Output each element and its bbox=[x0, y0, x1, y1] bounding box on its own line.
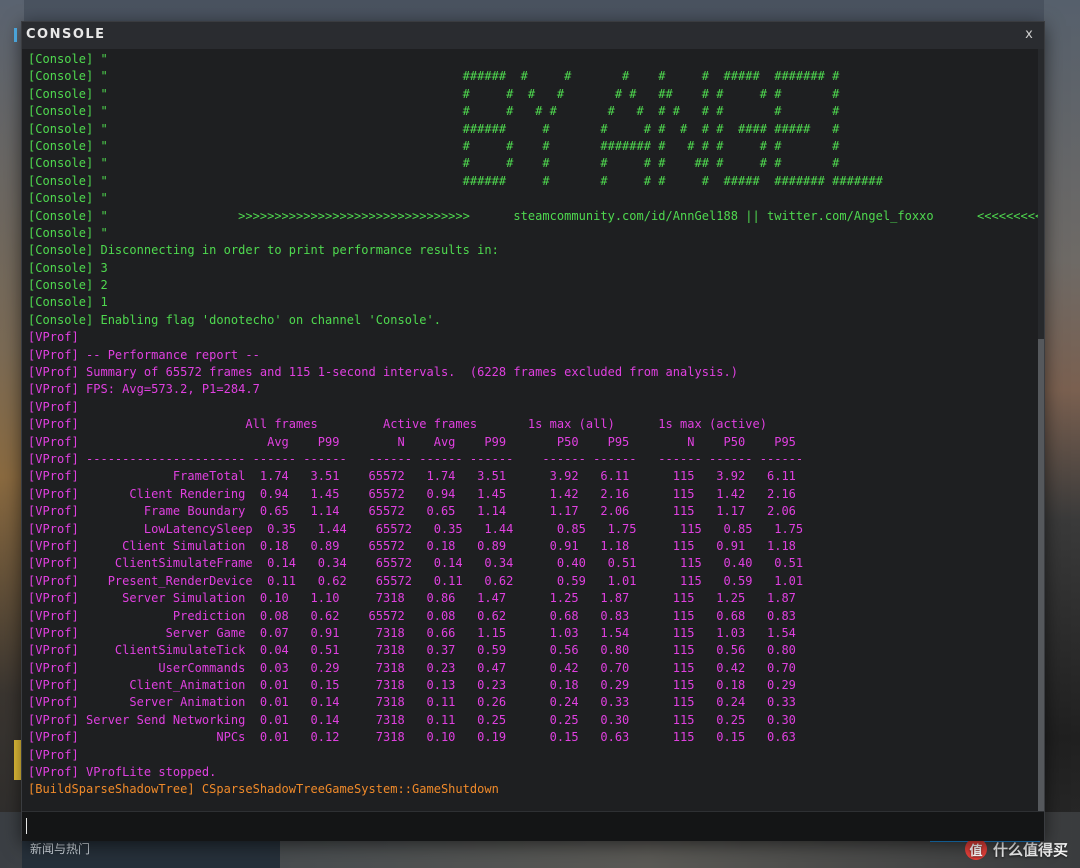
log-line: [VProf] Server Animation 0.01 0.14 7318 … bbox=[28, 695, 796, 710]
log-line: [Console] Disconnecting in order to prin… bbox=[28, 243, 499, 258]
log-line: [VProf] NPCs 0.01 0.12 7318 0.10 0.19 0.… bbox=[28, 730, 796, 745]
log-scrollbar-thumb[interactable] bbox=[1038, 339, 1044, 811]
log-line: [VProf] Present_RenderDevice 0.11 0.62 6… bbox=[28, 573, 804, 588]
log-line: [VProf] FPS: Avg=573.2, P1=284.7 bbox=[28, 382, 260, 397]
log-line: [BuildSparseShadowTree] CSparseShadowTre… bbox=[28, 782, 499, 797]
close-button[interactable]: x bbox=[1020, 26, 1038, 44]
background-yellow-marker bbox=[14, 740, 22, 780]
log-line: [Console] " ###### # # # # # ##### #####… bbox=[28, 69, 840, 84]
log-line: [Console] 2 bbox=[28, 278, 108, 293]
log-line: [Console] " # # # ####### # # # # # # # bbox=[28, 138, 840, 153]
log-line: [VProf] FrameTotal 1.74 3.51 65572 1.74 … bbox=[28, 469, 796, 484]
log-line: [Console] " bbox=[28, 52, 108, 66]
log-line: [Console] " ###### # # # # # # # #### ##… bbox=[28, 121, 840, 136]
watermark-badge-icon: 值 bbox=[964, 838, 987, 860]
log-line: [Console] Enabling flag 'donotecho' on c… bbox=[28, 312, 441, 327]
site-watermark: 值 什么值得买 bbox=[964, 838, 1068, 860]
log-line: [VProf] UserCommands 0.03 0.29 7318 0.23… bbox=[28, 660, 796, 675]
console-command-input[interactable] bbox=[26, 816, 1040, 837]
log-line: [VProf] LowLatencySleep 0.35 1.44 65572 … bbox=[28, 521, 804, 536]
background-left-edge bbox=[0, 0, 24, 868]
log-line: [VProf] bbox=[28, 399, 79, 414]
log-line: [Console] " # # # # # # ## # # # # # bbox=[28, 86, 840, 101]
log-line: [VProf] -- Performance report -- bbox=[28, 347, 260, 362]
console-window: CONSOLE x [Console] " [Console] " ###### … bbox=[14, 22, 1044, 841]
log-line: [VProf] Server Game 0.07 0.91 7318 0.66 … bbox=[28, 625, 796, 640]
log-line: [Console] " ###### # # # # # ##### #####… bbox=[28, 173, 883, 188]
log-line: [VProf] Client_Animation 0.01 0.15 7318 … bbox=[28, 678, 796, 693]
log-line: [VProf] ClientSimulateFrame 0.14 0.34 65… bbox=[28, 556, 804, 571]
log-line: [VProf] Prediction 0.08 0.62 65572 0.08 … bbox=[28, 608, 796, 623]
log-line: [Console] " # # # # # # # # # # # # bbox=[28, 104, 840, 119]
log-line: [VProf] ClientSimulateTick 0.04 0.51 731… bbox=[28, 643, 796, 658]
log-line: [Console] 3 bbox=[28, 260, 108, 275]
log-line: [VProf] bbox=[28, 330, 79, 345]
log-line: [VProf] bbox=[28, 747, 79, 762]
background-right-edge bbox=[1044, 0, 1080, 868]
console-title: CONSOLE bbox=[26, 27, 106, 42]
log-scrollbar[interactable] bbox=[1038, 49, 1044, 811]
log-line: [Console] " bbox=[28, 191, 108, 206]
log-line: [VProf] All frames Active frames 1s max … bbox=[28, 417, 767, 432]
log-line: [VProf] Server Simulation 0.10 1.10 7318… bbox=[28, 591, 796, 606]
title-accent-bar bbox=[14, 28, 17, 42]
log-line: [VProf] Server Send Networking 0.01 0.14… bbox=[28, 712, 796, 727]
log-line: [Console] 1 bbox=[28, 295, 108, 310]
log-line: [Console] " # # # # # # ## # # # # bbox=[28, 156, 840, 171]
console-log-lines: [Console] " [Console] " ###### # # # # # … bbox=[28, 51, 1038, 799]
log-line: [VProf] Client Rendering 0.94 1.45 65572… bbox=[28, 486, 796, 501]
log-line: [VProf] Client Simulation 0.18 0.89 6557… bbox=[28, 538, 796, 553]
log-line: [VProf] Summary of 65572 frames and 115 … bbox=[28, 365, 738, 380]
console-title-bar[interactable]: CONSOLE x bbox=[14, 22, 1044, 49]
log-line: [VProf] Avg P99 N Avg P99 P50 P95 N P50 … bbox=[28, 434, 796, 449]
log-line: [Console] " bbox=[28, 225, 108, 240]
console-log[interactable]: [Console] " [Console] " ###### # # # # # … bbox=[22, 49, 1038, 811]
log-line: [Console] " >>>>>>>>>>>>>>>>>>>>>>>>>>>>… bbox=[28, 208, 1038, 223]
log-line: [VProf] Frame Boundary 0.65 1.14 65572 0… bbox=[28, 504, 796, 519]
news-panel-label: 新闻与热门 bbox=[30, 842, 91, 856]
log-line: [VProf] ---------------------- ------ --… bbox=[28, 451, 804, 466]
watermark-text: 什么值得买 bbox=[992, 840, 1068, 859]
console-input-bar bbox=[22, 811, 1044, 841]
log-line: [VProf] VProfLite stopped. bbox=[28, 765, 217, 780]
